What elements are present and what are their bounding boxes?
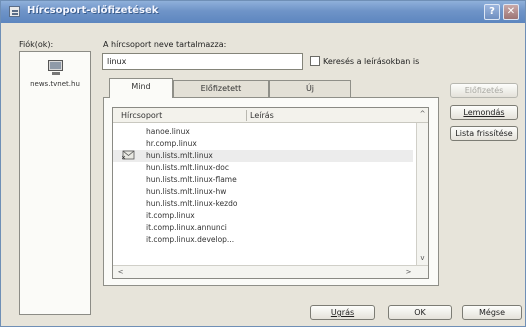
server-icon: [47, 60, 65, 76]
newsgroup-dialog: Hírcsoport-előfizetések ? ✕ Fiók(ok): ne…: [0, 0, 526, 327]
list-item[interactable]: hun.lists.mlt.linux-kezdo: [113, 198, 413, 210]
cancel-button[interactable]: Mégse: [462, 305, 522, 320]
list-item[interactable]: hun.lists.mlt.linux-doc: [113, 162, 413, 174]
list-item[interactable]: hun.lists.mlt.linux-hw: [113, 186, 413, 198]
horizontal-scrollbar[interactable]: < >: [113, 265, 428, 278]
column-header-description[interactable]: Leírás: [250, 111, 274, 120]
newsgroup-subscribed-icon: [122, 150, 135, 160]
list-header: Hírcsoport Leírás: [113, 108, 428, 123]
close-button[interactable]: ✕: [503, 4, 519, 20]
unsubscribe-label: Lemondás: [463, 108, 505, 117]
search-label: A hírcsoport neve tartalmazza:: [103, 40, 227, 49]
search-descriptions-checkbox[interactable]: [310, 56, 320, 66]
list-item-subscribed[interactable]: hun.lists.mlt.linux: [113, 150, 413, 162]
vertical-scrollbar[interactable]: ^ v: [416, 110, 428, 265]
newsgroup-search-input[interactable]: [102, 53, 303, 70]
subscribe-button[interactable]: Előfizetés: [450, 83, 518, 98]
scroll-up-icon[interactable]: ^: [417, 109, 428, 120]
window-title: Hírcsoport-előfizetések: [27, 5, 159, 16]
scroll-left-icon[interactable]: <: [115, 267, 126, 278]
unsubscribe-button[interactable]: Lemondás: [450, 105, 518, 120]
search-descriptions-label: Keresés a leírásokban is: [323, 57, 420, 66]
list-item[interactable]: hun.lists.mlt.linux-flame: [113, 174, 413, 186]
list-item[interactable]: it.comp.linux: [113, 210, 413, 222]
window-icon: [9, 6, 20, 17]
list-item[interactable]: it.comp.linux.develop...: [113, 234, 413, 246]
help-button[interactable]: ?: [484, 4, 500, 20]
accounts-list[interactable]: news.tvnet.hu: [19, 51, 91, 315]
goto-button[interactable]: Ugrás: [310, 305, 375, 320]
column-header-newsgroup[interactable]: Hírcsoport: [121, 111, 162, 120]
list-item[interactable]: it.comp.linux.annunci: [113, 222, 413, 234]
tab-new[interactable]: Új: [269, 80, 351, 97]
ok-button[interactable]: OK: [388, 305, 452, 320]
newsgroup-list[interactable]: Hírcsoport Leírás hanoe.linux hr.comp.li…: [112, 107, 429, 279]
tab-subscribed[interactable]: Előfizetett: [173, 80, 269, 97]
list-item[interactable]: hanoe.linux: [113, 126, 413, 138]
reset-list-button[interactable]: Lista frissítése: [450, 126, 518, 141]
goto-label: Ugrás: [330, 308, 355, 317]
scroll-down-icon[interactable]: v: [417, 253, 428, 264]
tab-all[interactable]: Mind: [109, 78, 173, 98]
list-item[interactable]: hr.comp.linux: [113, 138, 413, 150]
account-item-news-tvnet[interactable]: news.tvnet.hu: [20, 80, 90, 88]
scroll-right-icon[interactable]: >: [403, 267, 414, 278]
title-bar[interactable]: Hírcsoport-előfizetések ? ✕: [1, 1, 525, 23]
accounts-label: Fiók(ok):: [19, 40, 54, 49]
